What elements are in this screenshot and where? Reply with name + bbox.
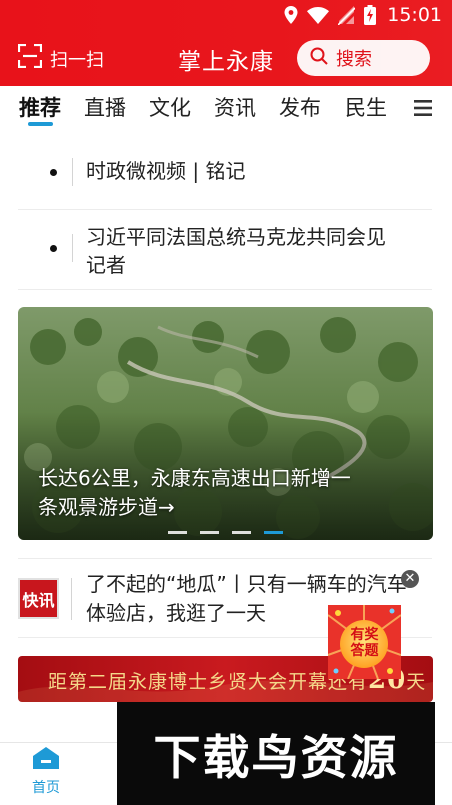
list-item-title: 时政微视频 | 铭记 xyxy=(86,159,246,183)
flash-news-badge: 快讯 xyxy=(18,578,59,619)
tab-publish[interactable]: 发布 xyxy=(279,92,321,122)
close-icon[interactable]: ✕ xyxy=(401,570,419,588)
nav-home[interactable]: 首页 xyxy=(18,747,74,797)
award-label: 有奖 答题 xyxy=(328,627,401,659)
quiz-award-float[interactable]: 有奖 答题 xyxy=(327,605,402,680)
app-bar: 扫一扫 掌上永康 搜索 xyxy=(0,38,452,78)
divider xyxy=(71,578,72,620)
bullet-icon xyxy=(50,169,57,176)
scan-button[interactable]: 扫一扫 xyxy=(17,43,104,73)
countdown-prefix: 距第二届永康博士乡贤大会开幕还有 xyxy=(48,671,369,693)
location-icon xyxy=(284,6,298,24)
wifi-icon xyxy=(307,6,330,24)
list-item[interactable]: 时政微视频 | 铭记 xyxy=(18,136,432,210)
tab-news[interactable]: 资讯 xyxy=(214,92,256,122)
tab-culture[interactable]: 文化 xyxy=(149,92,191,122)
list-item-title-line1: 习近平同法国总统马克龙共同会见 xyxy=(86,225,386,249)
status-time: 15:01 xyxy=(387,4,442,26)
no-sim-icon xyxy=(338,5,356,25)
battery-charging-icon xyxy=(364,5,377,25)
award-label-line2: 答题 xyxy=(350,643,379,659)
featured-banner[interactable]: 长达6公里，永康东高速出口新增一 条观景游步道→ xyxy=(18,307,433,540)
channel-tabs: 推荐 直播 文化 资讯 发布 民生 xyxy=(0,88,452,130)
watermark-overlay: 下载鸟资源 xyxy=(117,702,435,805)
search-icon xyxy=(310,47,328,69)
scan-icon xyxy=(17,43,43,73)
search-box[interactable]: 搜索 xyxy=(297,40,430,76)
menu-icon[interactable] xyxy=(414,100,432,120)
award-label-line1: 有奖 xyxy=(350,627,379,643)
tab-live[interactable]: 直播 xyxy=(84,92,126,122)
active-tab-indicator xyxy=(28,122,53,126)
list-item-title-line2: 记者 xyxy=(86,253,126,277)
banner-caption-line1: 长达6公里，永康东高速出口新增一 xyxy=(38,466,351,490)
news-title-line1: 了不起的“地瓜”丨只有一辆车的汽车 xyxy=(86,572,407,596)
bullet-icon xyxy=(50,245,57,252)
carousel-dot[interactable] xyxy=(232,531,251,534)
carousel-dot[interactable] xyxy=(168,531,187,534)
header-bar: 15:01 扫一扫 掌上永康 搜索 xyxy=(0,0,452,86)
list-item[interactable]: 习近平同法国总统马克龙共同会见 记者 xyxy=(18,210,432,290)
status-bar: 15:01 xyxy=(0,0,452,30)
divider xyxy=(72,234,73,262)
app-screen: 15:01 扫一扫 掌上永康 搜索 推荐 直播 文化 资讯 发布 民生 时政微视… xyxy=(0,0,452,805)
tab-recommend[interactable]: 推荐 xyxy=(19,92,61,122)
carousel-dot[interactable] xyxy=(200,531,219,534)
carousel-dot-active[interactable] xyxy=(264,531,283,534)
home-icon xyxy=(33,747,59,773)
divider xyxy=(72,158,73,186)
banner-caption: 长达6公里，永康东高速出口新增一 条观景游步道→ xyxy=(38,464,418,522)
search-placeholder: 搜索 xyxy=(336,49,372,70)
scan-label: 扫一扫 xyxy=(50,49,104,71)
nav-home-label: 首页 xyxy=(32,780,60,796)
carousel-indicator xyxy=(168,531,283,534)
tab-livelihood[interactable]: 民生 xyxy=(345,92,387,122)
banner-caption-line2: 条观景游步道→ xyxy=(38,495,175,519)
list-item-title: 习近平同法国总统马克龙共同会见 记者 xyxy=(86,223,386,279)
countdown-suffix: 天 xyxy=(406,671,427,693)
